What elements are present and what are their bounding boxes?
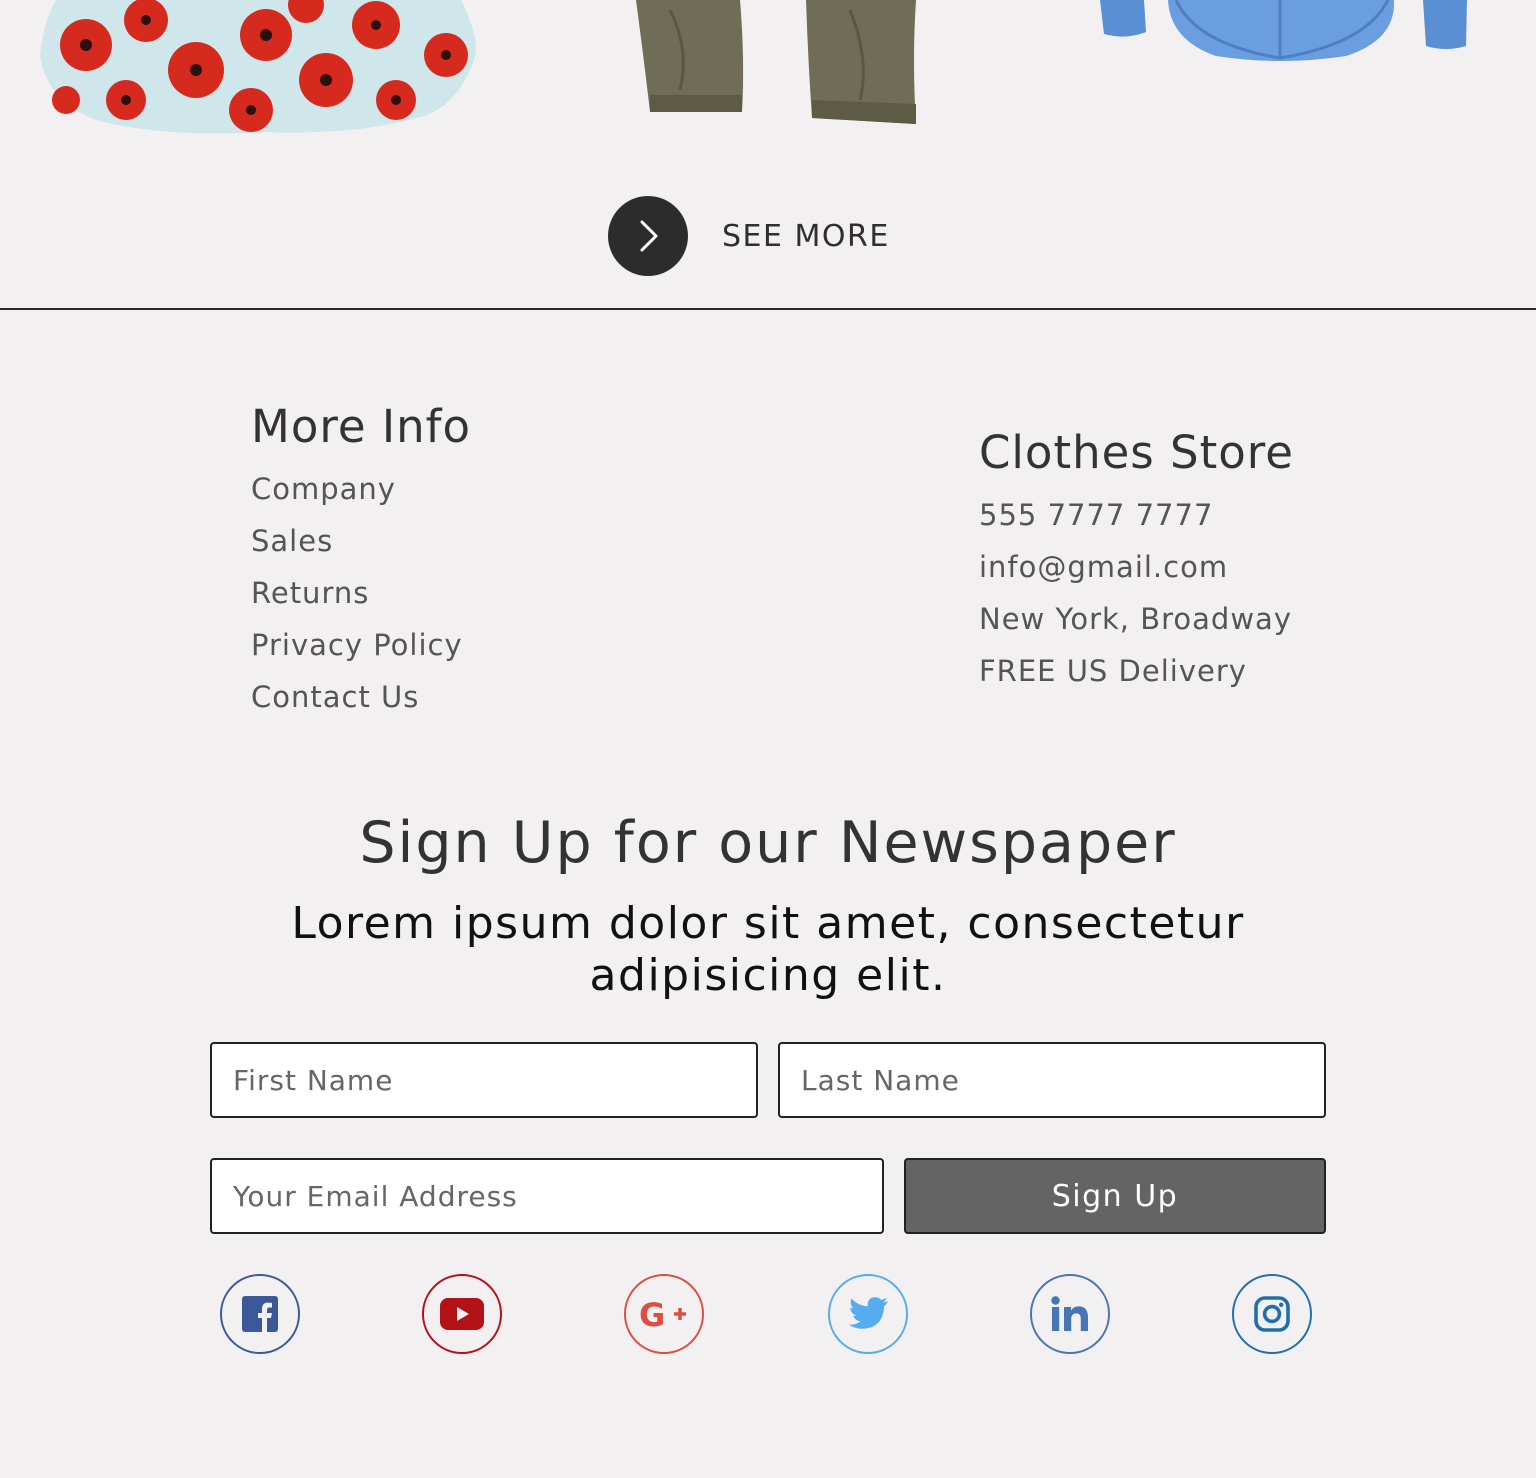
store-info-section: Clothes Store 555 7777 7777 info@gmail.c…: [979, 426, 1294, 697]
store-details: 555 7777 7777 info@gmail.com New York, B…: [979, 489, 1294, 697]
instagram-icon: [1254, 1296, 1290, 1332]
link-sales[interactable]: Sales: [251, 515, 471, 567]
youtube-button[interactable]: [422, 1274, 502, 1354]
facebook-button[interactable]: [220, 1274, 300, 1354]
link-company[interactable]: Company: [251, 463, 471, 515]
floral-skirt-image[interactable]: [36, 0, 481, 140]
store-email: info@gmail.com: [979, 550, 1229, 584]
linkedin-icon: [1051, 1296, 1088, 1331]
google-plus-icon: G: [639, 1297, 686, 1331]
olive-trousers-image[interactable]: [630, 0, 920, 130]
svg-text:G: G: [639, 1297, 665, 1331]
see-more-label: SEE MORE: [722, 218, 890, 254]
twitter-icon: [848, 1297, 888, 1329]
linkedin-button[interactable]: [1030, 1274, 1110, 1354]
link-contact-us[interactable]: Contact Us: [251, 671, 471, 723]
last-name-input[interactable]: [778, 1042, 1326, 1118]
youtube-icon: [440, 1298, 484, 1330]
more-info-links: Company Sales Returns Privacy Policy Con…: [251, 463, 471, 723]
page: SEE MORE More Info Company Sales Returns…: [0, 0, 1536, 1478]
newsletter-subtitle: Lorem ipsum dolor sit amet, consectetur …: [291, 898, 1245, 1001]
store-phone: 555 7777 7777: [979, 498, 1214, 532]
store-address: New York, Broadway: [979, 602, 1292, 636]
sign-up-button[interactable]: Sign Up: [904, 1158, 1326, 1234]
section-divider: [0, 308, 1536, 310]
first-name-input[interactable]: [210, 1042, 758, 1118]
facebook-icon: [242, 1296, 278, 1332]
link-privacy-policy[interactable]: Privacy Policy: [251, 619, 471, 671]
store-delivery: FREE US Delivery: [979, 654, 1247, 688]
instagram-button[interactable]: [1232, 1274, 1312, 1354]
see-more-button[interactable]: SEE MORE: [608, 196, 890, 276]
store-title: Clothes Store: [979, 426, 1294, 479]
link-returns[interactable]: Returns: [251, 567, 471, 619]
newsletter-title: Sign Up for our Newspaper: [359, 810, 1177, 876]
blue-shirt-image[interactable]: [1096, 0, 1471, 70]
chevron-right-icon: [608, 196, 688, 276]
email-input[interactable]: [210, 1158, 884, 1234]
google-plus-button[interactable]: G: [624, 1274, 704, 1354]
product-strip: [0, 0, 1536, 150]
twitter-button[interactable]: [828, 1274, 908, 1354]
more-info-section: More Info Company Sales Returns Privacy …: [251, 400, 471, 723]
more-info-title: More Info: [251, 400, 472, 453]
